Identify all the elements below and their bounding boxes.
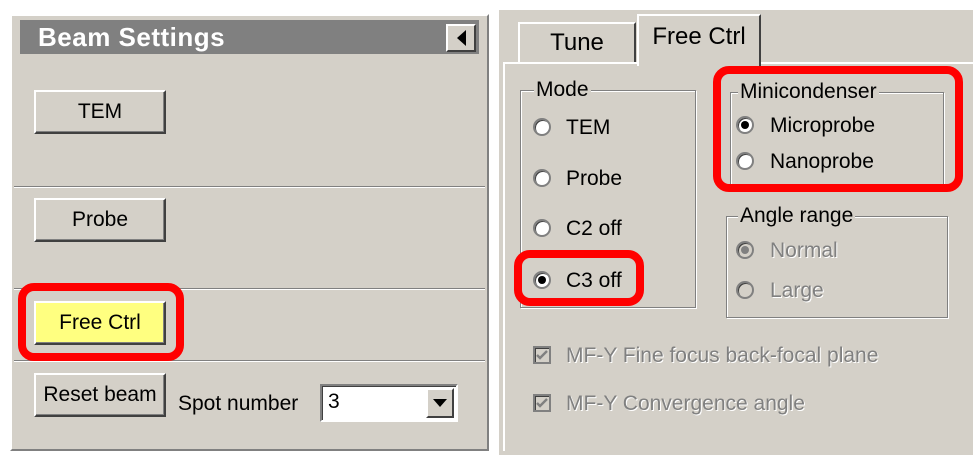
mode-legend: Mode xyxy=(534,78,591,102)
check-icon xyxy=(536,350,548,360)
collapse-button[interactable] xyxy=(446,24,476,52)
check-icon xyxy=(536,398,548,408)
minicondenser-legend: Minicondenser xyxy=(738,80,879,104)
free-ctrl-button[interactable]: Free Ctrl xyxy=(34,301,166,345)
tab-tune[interactable]: Tune xyxy=(518,22,636,62)
mode-radio-c3-off[interactable] xyxy=(533,271,551,289)
minicondenser-radio-microprobe[interactable] xyxy=(736,116,754,134)
mode-label-c3-off: C3 off xyxy=(566,269,622,292)
angle-range-legend: Angle range xyxy=(738,204,856,228)
mfy-fine-focus-label: MF-Y Fine focus back-focal plane xyxy=(566,344,879,367)
mfy-fine-focus-checkbox[interactable] xyxy=(533,346,551,364)
mode-radio-c2-off[interactable] xyxy=(533,219,551,237)
spot-number-select[interactable]: 3 xyxy=(320,384,458,422)
triangle-left-icon xyxy=(456,30,466,46)
mode-label-c2-off: C2 off xyxy=(566,217,622,240)
mode-label-probe: Probe xyxy=(566,167,623,190)
angle-range-label-normal: Normal xyxy=(770,239,838,262)
divider xyxy=(14,360,485,362)
spot-number-label: Spot number xyxy=(178,392,299,415)
mfy-convergence-checkbox[interactable] xyxy=(533,394,551,412)
radio-selected-dot xyxy=(741,121,749,129)
radio-selected-dot xyxy=(741,246,749,254)
angle-range-label-large: Large xyxy=(770,279,824,302)
minicondenser-label-nanoprobe: Nanoprobe xyxy=(770,150,874,173)
angle-range-radio-large[interactable] xyxy=(736,281,754,299)
divider xyxy=(14,288,485,290)
minicondenser-label-microprobe: Microprobe xyxy=(770,114,876,137)
tem-button[interactable]: TEM xyxy=(34,90,166,134)
mode-radio-tem[interactable] xyxy=(533,118,551,136)
mode-radio-probe[interactable] xyxy=(533,169,551,187)
divider xyxy=(14,186,485,188)
dropdown-button[interactable] xyxy=(426,388,454,418)
tab-free-ctrl[interactable]: Free Ctrl xyxy=(637,14,761,66)
mfy-convergence-label: MF-Y Convergence angle xyxy=(566,392,805,415)
chevron-down-icon xyxy=(433,399,447,407)
mode-label-tem: TEM xyxy=(566,116,611,139)
radio-selected-dot xyxy=(538,276,546,284)
spot-number-value: 3 xyxy=(328,390,340,413)
angle-range-group xyxy=(726,216,948,318)
probe-button[interactable]: Probe xyxy=(34,198,166,242)
panel-title: Beam Settings xyxy=(38,22,226,52)
angle-range-radio-normal[interactable] xyxy=(736,241,754,259)
reset-beam-button[interactable]: Reset beam xyxy=(34,373,166,417)
minicondenser-radio-nanoprobe[interactable] xyxy=(736,152,754,170)
